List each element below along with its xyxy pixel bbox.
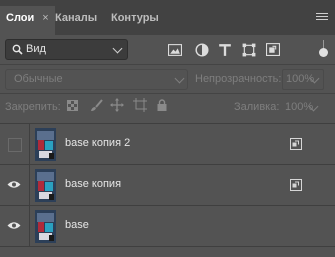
divider bbox=[0, 246, 335, 247]
panel-menu-icon[interactable] bbox=[316, 13, 328, 22]
visibility-off-box[interactable] bbox=[8, 138, 22, 152]
layer-visibility-cell[interactable] bbox=[0, 124, 30, 164]
image-filter-icon[interactable] bbox=[168, 43, 182, 57]
tab-close-icon[interactable]: × bbox=[42, 12, 48, 24]
opacity-label: Непрозрачность: bbox=[195, 73, 282, 85]
opacity-field[interactable]: 100% bbox=[282, 69, 324, 90]
layer-thumbnail bbox=[35, 128, 56, 161]
layer-thumbnail bbox=[35, 210, 56, 243]
adjustment-filter-icon[interactable] bbox=[195, 43, 209, 57]
chevron-down-icon bbox=[112, 43, 123, 54]
filter-kind-label: Вид bbox=[26, 43, 46, 55]
layer-visibility-cell[interactable] bbox=[0, 165, 30, 205]
filter-toggle-switch[interactable] bbox=[319, 40, 328, 58]
type-filter-icon[interactable] bbox=[218, 43, 232, 57]
lock-image-pixels-icon[interactable] bbox=[90, 99, 103, 112]
divider bbox=[0, 64, 335, 65]
shape-filter-icon[interactable] bbox=[242, 43, 256, 57]
layer-row[interactable]: base bbox=[0, 205, 335, 246]
layer-thumbnail bbox=[35, 169, 56, 202]
layer-row[interactable]: base копия 2 bbox=[0, 123, 335, 164]
tab-layers[interactable]: Слои × bbox=[0, 6, 55, 35]
lock-transparent-pixels-icon[interactable] bbox=[67, 100, 78, 111]
layer-visibility-cell[interactable] bbox=[0, 206, 30, 246]
tab-channels[interactable]: Каналы bbox=[49, 7, 103, 29]
fill-field[interactable]: 100% bbox=[282, 97, 322, 116]
blend-mode-value: Обычные bbox=[14, 73, 63, 85]
fill-label: Заливка: bbox=[234, 101, 280, 113]
layer-row[interactable]: base копия bbox=[0, 164, 335, 205]
eye-icon[interactable] bbox=[7, 180, 21, 189]
lock-label: Закрепить: bbox=[5, 101, 61, 113]
blend-mode-select[interactable]: Обычные bbox=[5, 69, 188, 90]
divider bbox=[0, 93, 335, 94]
layer-name: base копия 2 bbox=[65, 137, 131, 149]
eye-icon[interactable] bbox=[7, 221, 21, 230]
filter-kind-select[interactable]: Вид bbox=[5, 39, 128, 60]
layers-panel: Слои × Каналы Контуры Вид Обычные Непроз… bbox=[0, 0, 335, 257]
smart-object-icon bbox=[290, 138, 302, 150]
search-icon bbox=[12, 44, 23, 55]
tab-paths[interactable]: Контуры bbox=[105, 7, 165, 29]
lock-position-icon[interactable] bbox=[110, 98, 124, 112]
smart-object-filter-icon[interactable] bbox=[266, 42, 280, 56]
panel-tab-bar: Слои × Каналы Контуры bbox=[0, 0, 335, 35]
smart-object-icon bbox=[290, 179, 302, 191]
lock-all-icon[interactable] bbox=[157, 99, 167, 111]
tab-layers-label: Слои bbox=[6, 12, 35, 24]
layer-name: base bbox=[65, 219, 89, 231]
layer-name: base копия bbox=[65, 178, 122, 190]
chevron-down-icon bbox=[174, 73, 185, 84]
lock-artboard-icon[interactable] bbox=[133, 98, 147, 112]
